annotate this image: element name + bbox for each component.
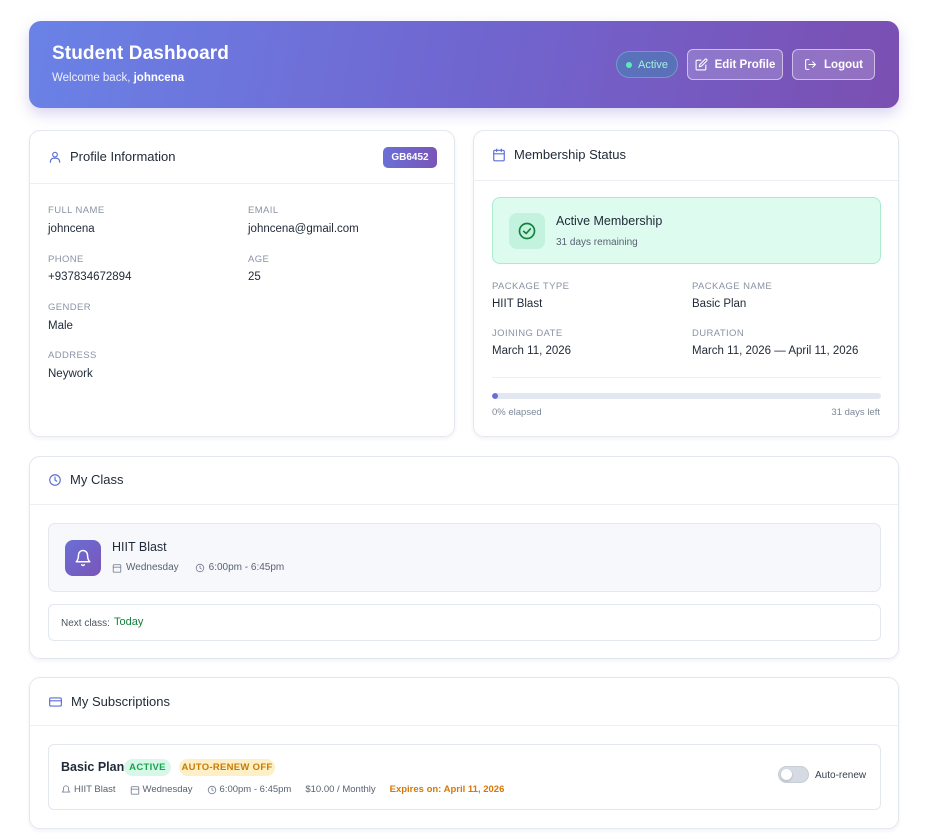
gender-value: Male bbox=[48, 320, 73, 332]
auto-renew-toggle[interactable] bbox=[778, 766, 809, 783]
membership-progress-bar bbox=[492, 393, 881, 399]
class-item[interactable]: HIIT Blast Wednesday 6:00pm - 6:45pm bbox=[48, 523, 881, 592]
class-day: Wednesday bbox=[126, 562, 179, 573]
subscription-price: $10.00 / Monthly bbox=[305, 784, 376, 795]
progress-elapsed-label: 0% elapsed bbox=[492, 407, 542, 418]
subscription-status-pill: ACTIVE bbox=[124, 759, 171, 776]
email-value: johncena@gmail.com bbox=[248, 223, 359, 235]
status-badge-label: Active bbox=[638, 58, 668, 71]
phone-label: PHONE bbox=[48, 254, 84, 265]
subscriptions-card: My Subscriptions Basic Plan ACTIVE AUTO-… bbox=[29, 677, 899, 829]
package-name-value: Basic Plan bbox=[692, 298, 747, 310]
next-class-box: Next class: Today bbox=[48, 604, 881, 641]
gender-label: GENDER bbox=[48, 302, 92, 313]
my-class-card-header bbox=[30, 457, 898, 505]
status-badge: Active bbox=[616, 51, 678, 78]
profile-card-title: Profile Information bbox=[48, 149, 176, 164]
status-dot-icon bbox=[626, 61, 633, 68]
edit-icon bbox=[695, 58, 708, 71]
my-class-title-text: My Class bbox=[70, 472, 124, 487]
calendar-small-icon bbox=[130, 785, 140, 795]
user-icon bbox=[48, 150, 62, 164]
edit-profile-label: Edit Profile bbox=[714, 58, 776, 71]
bell-small-icon bbox=[61, 784, 71, 795]
duration-label: DURATION bbox=[692, 328, 745, 339]
auto-renew-label: Auto-renew bbox=[815, 770, 867, 781]
auto-renew-status-pill: AUTO-RENEW OFF bbox=[179, 759, 275, 776]
credit-card-icon bbox=[48, 695, 63, 709]
calendar-icon bbox=[492, 148, 506, 162]
logout-label: Logout bbox=[824, 58, 863, 71]
page-title: Student Dashboard bbox=[52, 43, 229, 64]
membership-progress-fill bbox=[492, 393, 498, 399]
duration-value: March 11, 2026 — April 11, 2026 bbox=[692, 345, 859, 357]
subscription-time: 6:00pm - 6:45pm bbox=[219, 784, 292, 795]
my-class-card-title: My Class bbox=[48, 472, 123, 487]
subscription-class-name: HIIT Blast bbox=[74, 784, 116, 795]
subscription-item: Basic Plan ACTIVE AUTO-RENEW OFF HIIT Bl… bbox=[48, 744, 881, 810]
subscription-day: Wednesday bbox=[142, 784, 193, 795]
membership-status-title: Active Membership bbox=[556, 214, 663, 228]
age-label: AGE bbox=[248, 254, 270, 265]
active-membership-box: Active Membership 31 days remaining bbox=[492, 197, 881, 264]
address-value: Neywork bbox=[48, 368, 93, 380]
class-schedule: Wednesday 6:00pm - 6:45pm bbox=[112, 562, 284, 573]
my-class-card: My Class HIIT Blast Wednesday 6:00pm - 6… bbox=[29, 456, 899, 659]
welcome-message: Welcome back, johncena bbox=[52, 72, 184, 84]
age-value: 25 bbox=[248, 271, 261, 283]
welcome-prefix: Welcome back, bbox=[52, 72, 134, 84]
membership-days-remaining: 31 days remaining bbox=[556, 237, 638, 248]
profile-card: Profile Information GB6452 FULL NAME joh… bbox=[29, 130, 455, 437]
membership-divider bbox=[492, 377, 881, 378]
check-circle-icon bbox=[509, 213, 545, 249]
bell-icon bbox=[65, 540, 101, 576]
membership-card: Membership Status Active Membership 31 d… bbox=[473, 130, 899, 437]
full-name-value: johncena bbox=[48, 223, 95, 235]
progress-remaining-label: 31 days left bbox=[831, 407, 880, 418]
subscriptions-title-text: My Subscriptions bbox=[71, 694, 170, 709]
auto-renew-toggle-knob bbox=[781, 769, 792, 780]
profile-title-text: Profile Information bbox=[70, 149, 176, 164]
package-type-value: HIIT Blast bbox=[492, 298, 543, 310]
logout-icon bbox=[804, 58, 817, 71]
phone-value: +937834672894 bbox=[48, 271, 132, 283]
welcome-username: johncena bbox=[133, 72, 185, 84]
joining-date-value: March 11, 2026 bbox=[492, 345, 572, 357]
member-id-badge: GB6452 bbox=[383, 147, 437, 168]
subscription-details: HIIT Blast Wednesday 6:00pm - 6:45pm $10… bbox=[61, 784, 504, 795]
package-name-label: PACKAGE NAME bbox=[692, 281, 773, 292]
class-time: 6:00pm - 6:45pm bbox=[208, 562, 285, 573]
clock-small-icon bbox=[207, 785, 217, 795]
membership-title-text: Membership Status bbox=[514, 147, 626, 162]
joining-date-label: JOINING DATE bbox=[492, 328, 563, 339]
logout-button[interactable]: Logout bbox=[792, 49, 875, 80]
clock-icon bbox=[48, 473, 62, 487]
next-class-label: Next class: bbox=[61, 618, 110, 629]
membership-card-title: Membership Status bbox=[492, 147, 626, 162]
address-label: ADDRESS bbox=[48, 350, 97, 361]
edit-profile-button[interactable]: Edit Profile bbox=[687, 49, 783, 80]
class-name: HIIT Blast bbox=[112, 540, 167, 554]
dashboard-header: Student Dashboard Welcome back, johncena… bbox=[29, 21, 899, 108]
email-label: EMAIL bbox=[248, 205, 279, 216]
package-type-label: PACKAGE TYPE bbox=[492, 281, 570, 292]
calendar-small-icon bbox=[112, 563, 122, 573]
subscriptions-card-title: My Subscriptions bbox=[48, 694, 170, 709]
clock-small-icon bbox=[195, 563, 205, 573]
subscription-expiry: Expires on: April 11, 2026 bbox=[389, 784, 505, 795]
next-class-value: Today bbox=[114, 616, 144, 628]
full-name-label: FULL NAME bbox=[48, 205, 105, 216]
subscription-plan-name: Basic Plan bbox=[61, 760, 125, 774]
